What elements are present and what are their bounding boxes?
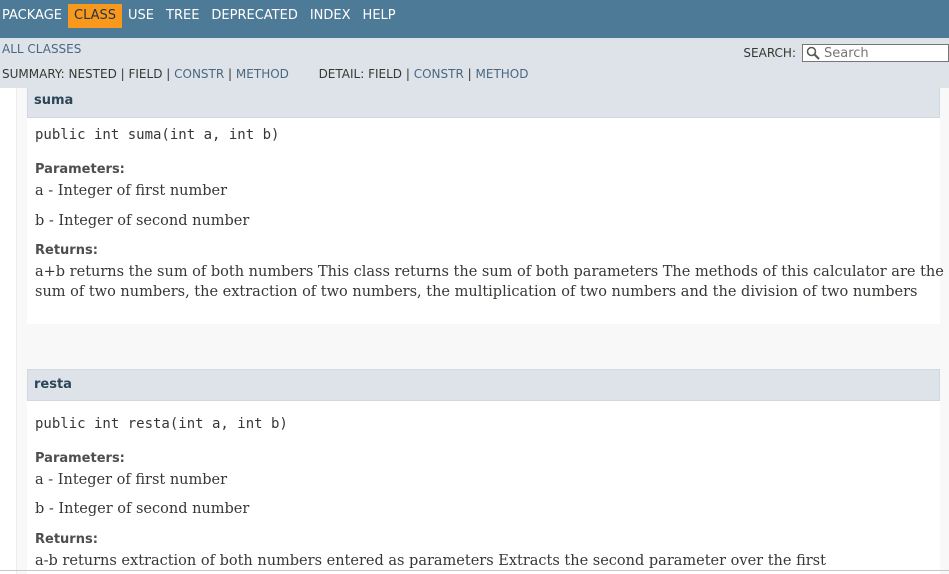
param-b: b - Integer of second number (35, 213, 250, 229)
summary-method-link[interactable]: METHOD (236, 67, 289, 81)
nav-use[interactable]: USE (122, 4, 160, 28)
search-input[interactable] (820, 45, 944, 61)
nav-index[interactable]: INDEX (304, 4, 357, 28)
parameters-label: Parameters: (35, 162, 125, 177)
search-icon (806, 46, 820, 60)
returns-text-line1: a-b returns extraction of both numbers e… (35, 553, 826, 569)
method-header: suma (27, 88, 940, 118)
param-a: a - Integer of first number (35, 472, 228, 488)
returns-label: Returns: (35, 243, 98, 258)
nav-class[interactable]: CLASS (68, 3, 123, 28)
method-detail-list: suma public int suma(int a, int b) Param… (16, 88, 949, 574)
detail-constr-link[interactable]: CONSTR (414, 67, 464, 81)
search-box[interactable] (802, 44, 949, 62)
nav-tree[interactable]: TREE (160, 4, 205, 28)
summary-prefix: SUMMARY: NESTED | FIELD | (2, 67, 171, 81)
detail-separator: | (467, 67, 472, 81)
detail-method-link[interactable]: METHOD (476, 67, 529, 81)
param-b: b - Integer of second number (35, 501, 250, 517)
nav-deprecated[interactable]: DEPRECATED (205, 4, 303, 28)
returns-text-line2: sum of two numbers, the extraction of tw… (35, 284, 918, 300)
param-a: a - Integer of first number (35, 183, 228, 199)
method-block-suma: suma public int suma(int a, int b) Param… (27, 88, 944, 324)
search-area: SEARCH: (743, 44, 949, 62)
nav-package[interactable]: PACKAGE (0, 4, 68, 28)
method-header: resta (27, 369, 940, 401)
window-bottom-border (0, 570, 949, 571)
method-signature: public int resta(int a, int b) (35, 416, 288, 432)
search-label: SEARCH: (743, 46, 796, 60)
sub-navbar: ALL CLASSES SEARCH: SUMMARY: NESTED | FI… (0, 38, 949, 88)
parameters-label: Parameters: (35, 451, 125, 466)
method-signature: public int suma(int a, int b) (35, 127, 280, 143)
summary-separator: | (228, 67, 233, 81)
nav-help[interactable]: HELP (357, 4, 402, 28)
detail-prefix: DETAIL: FIELD | (318, 67, 410, 81)
top-navbar: PACKAGE CLASS USE TREE DEPRECATED INDEX … (0, 0, 949, 38)
all-classes-link[interactable]: ALL CLASSES (2, 42, 81, 56)
returns-label: Returns: (35, 532, 98, 547)
summary-constr-link[interactable]: CONSTR (174, 67, 224, 81)
returns-text-line1: a+b returns the sum of both numbers This… (35, 264, 944, 280)
method-block-resta: resta public int resta(int a, int b) Par… (27, 369, 940, 574)
method-detail-content[interactable]: suma public int suma(int a, int b) Param… (0, 88, 949, 574)
summary-detail-row: SUMMARY: NESTED | FIELD | CONSTR | METHO… (2, 67, 529, 81)
top-nav-list: PACKAGE CLASS USE TREE DEPRECATED INDEX … (0, 0, 949, 31)
